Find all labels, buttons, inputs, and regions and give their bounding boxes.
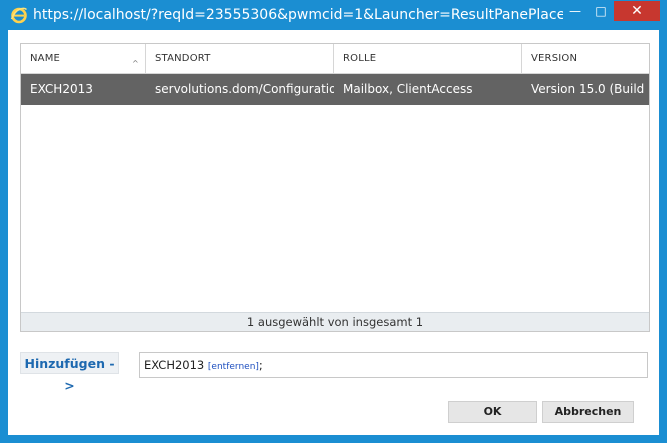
window-controls: — □ ✕: [562, 1, 660, 21]
column-header-version-label: VERSION: [531, 53, 578, 64]
ok-button[interactable]: OK: [448, 401, 537, 423]
cell-rolle: Mailbox, ClientAccess: [343, 82, 473, 96]
selected-item: EXCH2013: [144, 358, 205, 372]
cancel-button[interactable]: Abbrechen: [542, 401, 634, 423]
remove-link[interactable]: [entfernen]: [208, 362, 259, 372]
column-header-rolle[interactable]: ROLLE: [334, 44, 522, 73]
dialog-content: NAME ^ STANDORT ROLLE VERSION EXCH2013 s…: [8, 30, 659, 435]
selected-items-field[interactable]: EXCH2013 [entfernen];: [139, 352, 648, 378]
server-list: NAME ^ STANDORT ROLLE VERSION EXCH2013 s…: [20, 43, 650, 332]
internet-explorer-icon: [10, 7, 28, 24]
column-header-version[interactable]: VERSION: [522, 44, 649, 73]
close-button[interactable]: ✕: [614, 1, 660, 21]
title-bar[interactable]: https://localhost/?reqId=23555306&pwmcid…: [0, 0, 667, 30]
column-header-standort[interactable]: STANDORT: [146, 44, 334, 73]
dialog-window: https://localhost/?reqId=23555306&pwmcid…: [0, 0, 667, 443]
cell-version: Version 15.0 (Build ...: [531, 82, 649, 96]
cell-name: EXCH2013: [30, 82, 93, 96]
column-header-name[interactable]: NAME ^: [21, 44, 146, 73]
window-title: https://localhost/?reqId=23555306&pwmcid…: [33, 7, 563, 23]
column-header-standort-label: STANDORT: [155, 53, 211, 64]
column-header-rolle-label: ROLLE: [343, 53, 377, 64]
column-header-name-label: NAME: [30, 53, 61, 64]
item-separator: ;: [258, 358, 263, 372]
add-button[interactable]: Hinzufügen ->: [20, 352, 119, 393]
column-header-row: NAME ^ STANDORT ROLLE VERSION: [21, 44, 649, 74]
minimize-button[interactable]: —: [562, 1, 588, 21]
add-button-label: Hinzufügen ->: [24, 356, 115, 393]
table-row[interactable]: EXCH2013 servolutions.dom/Configuration.…: [21, 74, 649, 105]
selection-status: 1 ausgewählt von insgesamt 1: [21, 312, 649, 331]
maximize-button[interactable]: □: [588, 1, 614, 21]
cell-standort: servolutions.dom/Configuration...: [155, 82, 334, 96]
